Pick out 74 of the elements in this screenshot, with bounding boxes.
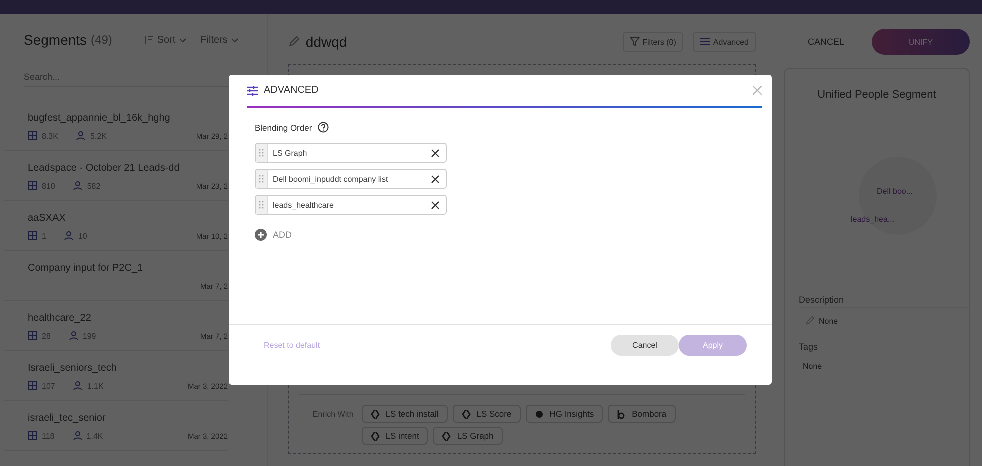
cancel-button[interactable]: CANCEL (808, 37, 845, 47)
enrichment-chip[interactable]: LS intent (362, 427, 428, 445)
drag-handle-icon[interactable] (256, 170, 268, 188)
segment-title: ddwqd (306, 34, 348, 50)
remove-icon[interactable] (431, 200, 440, 210)
summary-title: Unified People Segment (816, 89, 938, 101)
building-icon (28, 182, 38, 190)
segment-name: Israeli_seniors_tech (28, 363, 117, 374)
venn-label: leads_hea... (851, 215, 895, 224)
plus-circle-icon (255, 229, 267, 241)
blending-item-label: Dell boomi_inpuddt company list (272, 174, 390, 184)
blending-item-label: leads_healthcare (272, 200, 335, 210)
segment-name: aaSXAX (28, 213, 66, 224)
dialog-cancel-button[interactable]: Cancel (611, 334, 679, 356)
drag-handle-icon[interactable] (256, 144, 268, 162)
filters-button[interactable]: Filters (0) (622, 32, 684, 52)
blending-item-label: LS Graph (272, 148, 308, 158)
sort-icon (146, 36, 154, 44)
diamond-logo-icon (442, 432, 452, 440)
apply-button[interactable]: Apply (679, 334, 747, 356)
person-icon (74, 382, 83, 391)
sort-button[interactable]: Sort (145, 34, 187, 46)
unify-button[interactable]: UNIFY (872, 29, 970, 55)
tags-label: Tags (799, 342, 820, 352)
filters-dropdown[interactable]: Filters (200, 34, 239, 46)
reset-link[interactable]: Reset to default (264, 340, 320, 350)
remove-icon[interactable] (431, 148, 440, 158)
description-label: Description (799, 295, 969, 308)
building-icon (28, 382, 38, 390)
drag-handle-icon[interactable] (256, 196, 268, 214)
segments-title: Segments (24, 32, 88, 48)
filter-icon (630, 38, 640, 47)
person-icon (73, 432, 82, 441)
chevron-down-icon (179, 38, 186, 42)
diamond-logo-icon (462, 410, 471, 418)
segment-name: Leadspace - October 21 Leads-dd (28, 163, 180, 174)
blending-item[interactable]: Dell boomi_inpuddt company list (255, 169, 447, 189)
chevron-down-icon (231, 38, 238, 42)
description-value: None (819, 316, 838, 326)
enrichment-chip[interactable]: LS Score (452, 405, 521, 423)
person-icon (74, 182, 83, 191)
close-button[interactable] (753, 86, 762, 95)
building-icon (28, 332, 38, 340)
round-logo-icon (618, 410, 625, 418)
building-icon (28, 432, 38, 440)
close-icon (753, 86, 762, 95)
diamond-logo-icon (370, 432, 380, 440)
person-icon (76, 132, 86, 141)
diamond-logo-icon (370, 410, 380, 418)
segment-name: bugfest_appannie_bl_16k_hghg (28, 113, 170, 124)
building-icon (28, 132, 38, 140)
blending-item[interactable]: leads_healthcare (255, 195, 447, 215)
person-icon (69, 332, 78, 341)
circle-logo-icon (536, 410, 543, 418)
segment-name: healthcare_22 (28, 313, 92, 324)
segment-name: Company input for P2C_1 (28, 263, 144, 274)
advanced-button[interactable]: Advanced (693, 32, 756, 52)
blending-item[interactable]: LS Graph (255, 143, 447, 163)
segment-name: israeli_tec_senior (28, 413, 106, 424)
pencil-icon (289, 36, 300, 47)
dialog-title: ADVANCED (264, 85, 319, 96)
help-icon (318, 122, 329, 133)
building-icon (28, 232, 38, 240)
tags-value: None (803, 362, 822, 371)
enrichment-chip[interactable]: HG Insights (526, 405, 604, 423)
enrichment-chip[interactable]: LS tech install (362, 405, 448, 423)
enrichment-chip[interactable]: Bombora (608, 405, 676, 423)
enrichment-chip[interactable]: LS Graph (433, 427, 503, 445)
add-button[interactable]: ADD (255, 229, 292, 241)
remove-icon[interactable] (431, 174, 440, 184)
blending-order-label: Blending Order (255, 122, 312, 132)
venn-label: Dell boo... (877, 187, 914, 196)
pencil-icon (806, 316, 815, 325)
person-icon (64, 232, 74, 241)
